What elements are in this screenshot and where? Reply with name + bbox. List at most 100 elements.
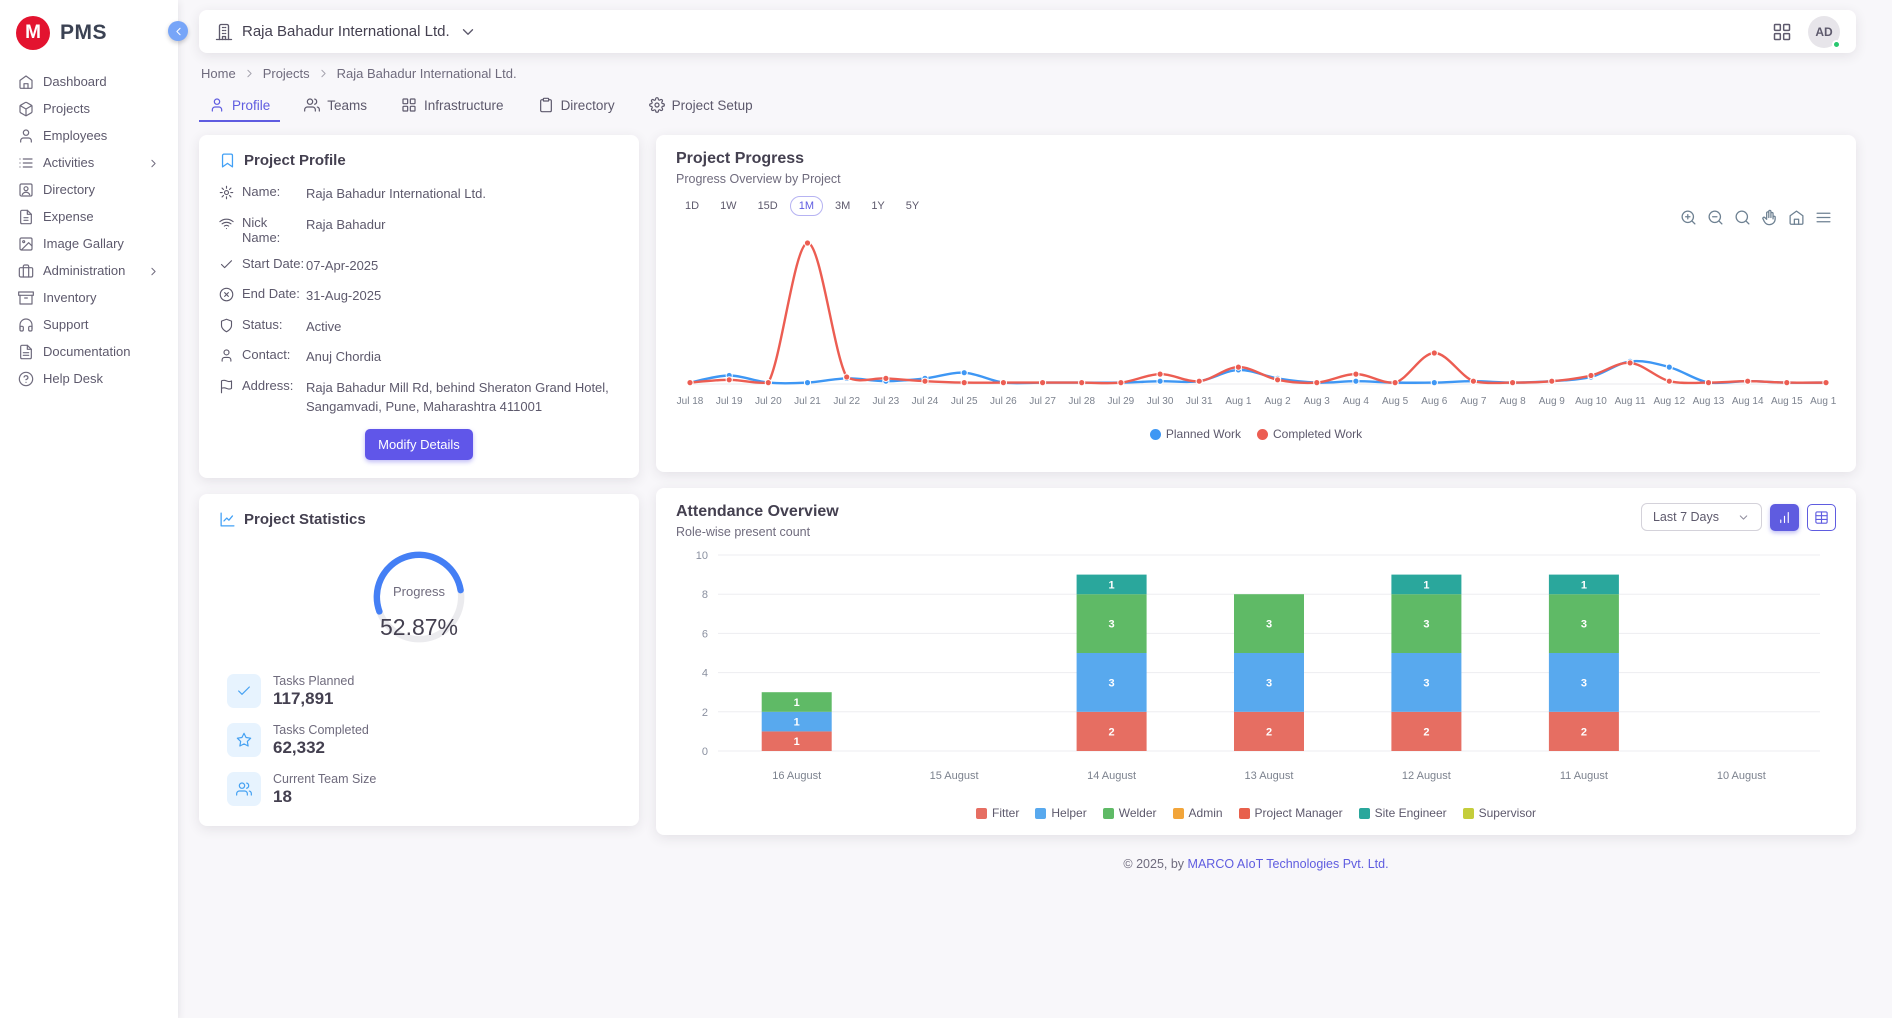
menu-icon bbox=[1815, 209, 1832, 226]
tab-profile[interactable]: Profile bbox=[199, 89, 280, 122]
legend-item-planned-work[interactable]: Planned Work bbox=[1150, 427, 1241, 441]
range-button-1m[interactable]: 1M bbox=[790, 196, 823, 216]
app-logo-link[interactable]: M PMS bbox=[0, 0, 178, 66]
breadcrumb-item-home[interactable]: Home bbox=[201, 66, 236, 81]
toolbar-home-icon[interactable] bbox=[1788, 209, 1805, 226]
sidebar-item-documentation[interactable]: Documentation bbox=[10, 339, 168, 365]
help-desk-icon bbox=[18, 371, 34, 387]
chevron-down-icon bbox=[459, 23, 477, 41]
user-icon bbox=[219, 348, 234, 363]
legend-item-site-engineer[interactable]: Site Engineer bbox=[1359, 806, 1447, 820]
company-website-link[interactable]: MARCO AIoT Technologies Pvt. Ltd. bbox=[1188, 857, 1389, 871]
range-button-1w[interactable]: 1W bbox=[711, 196, 746, 216]
tab-teams[interactable]: Teams bbox=[294, 89, 377, 122]
svg-text:3: 3 bbox=[1581, 619, 1587, 631]
sidebar-item-dashboard[interactable]: Dashboard bbox=[10, 69, 168, 95]
dashboard-icon bbox=[18, 74, 34, 90]
sidebar-item-projects[interactable]: Projects bbox=[10, 96, 168, 122]
bar-chart-wrap: 024681016 August11115 August14 August233… bbox=[676, 545, 1836, 800]
svg-text:Jul 31: Jul 31 bbox=[1186, 396, 1213, 407]
range-button-3m[interactable]: 3M bbox=[826, 196, 859, 216]
modify-details-button[interactable]: Modify Details bbox=[365, 429, 473, 460]
legend-label: Admin bbox=[1189, 806, 1223, 820]
legend-item-fitter[interactable]: Fitter bbox=[976, 806, 1019, 820]
legend-label: Project Manager bbox=[1255, 806, 1343, 820]
toolbar-pan-icon[interactable] bbox=[1761, 209, 1778, 226]
stat-label: Tasks Planned bbox=[273, 674, 354, 688]
range-button-1d[interactable]: 1D bbox=[676, 196, 708, 216]
toolbar-zoom-in-icon[interactable] bbox=[1680, 209, 1697, 226]
sidebar-collapse-button[interactable] bbox=[168, 21, 188, 41]
profile-field-nick-name: Nick Name:Raja Bahadur bbox=[219, 215, 619, 245]
svg-text:Jul 24: Jul 24 bbox=[912, 396, 939, 407]
progress-line-chart[interactable]: Jul 18Jul 19Jul 20Jul 21Jul 22Jul 23Jul … bbox=[676, 224, 1836, 416]
sidebar-item-image-gallary[interactable]: Image Gallary bbox=[10, 231, 168, 257]
user-avatar[interactable]: AD bbox=[1808, 16, 1840, 48]
sidebar-item-administration[interactable]: Administration bbox=[10, 258, 168, 284]
tab-project-setup[interactable]: Project Setup bbox=[639, 89, 763, 122]
tab-label: Teams bbox=[327, 98, 367, 113]
svg-text:0: 0 bbox=[702, 746, 708, 758]
legend-item-helper[interactable]: Helper bbox=[1035, 806, 1086, 820]
image-gallery-icon bbox=[18, 236, 34, 252]
svg-text:3: 3 bbox=[1423, 677, 1429, 689]
svg-text:Jul 23: Jul 23 bbox=[873, 396, 900, 407]
stat-value: 117,891 bbox=[273, 689, 354, 709]
progress-card-title: Project Progress bbox=[676, 150, 1836, 168]
range-button-15d[interactable]: 15D bbox=[749, 196, 787, 216]
toolbar-search-icon[interactable] bbox=[1734, 209, 1751, 226]
date-range-select[interactable]: Last 7 Days bbox=[1641, 503, 1762, 531]
svg-text:Jul 22: Jul 22 bbox=[833, 396, 860, 407]
svg-text:3: 3 bbox=[1109, 677, 1115, 689]
attendance-bar-chart: 024681016 August11115 August14 August233… bbox=[676, 545, 1836, 795]
sidebar-item-employees[interactable]: Employees bbox=[10, 123, 168, 149]
company-selector[interactable]: Raja Bahadur International Ltd. bbox=[215, 23, 477, 41]
sidebar-item-directory[interactable]: Directory bbox=[10, 177, 168, 203]
sidebar-item-label: Projects bbox=[43, 102, 90, 116]
svg-text:2: 2 bbox=[1423, 726, 1429, 738]
toolbar-zoom-out-icon[interactable] bbox=[1707, 209, 1724, 226]
profile-card-header: Project Profile bbox=[219, 152, 619, 169]
sidebar-item-expense[interactable]: Expense bbox=[10, 204, 168, 230]
sidebar-item-activities[interactable]: Activities bbox=[10, 150, 168, 176]
svg-text:Aug 13: Aug 13 bbox=[1693, 396, 1725, 407]
legend-item-admin[interactable]: Admin bbox=[1173, 806, 1223, 820]
sidebar-item-inventory[interactable]: Inventory bbox=[10, 285, 168, 311]
legend-item-supervisor[interactable]: Supervisor bbox=[1463, 806, 1536, 820]
svg-text:Aug 9: Aug 9 bbox=[1539, 396, 1566, 407]
svg-text:Aug 8: Aug 8 bbox=[1500, 396, 1527, 407]
sidebar-item-support[interactable]: Support bbox=[10, 312, 168, 338]
chart-view-toggle[interactable] bbox=[1770, 504, 1799, 531]
legend-item-welder[interactable]: Welder bbox=[1103, 806, 1157, 820]
stat-value: 18 bbox=[273, 787, 376, 807]
legend-item-completed-work[interactable]: Completed Work bbox=[1257, 427, 1362, 441]
progress-card-subtitle: Progress Overview by Project bbox=[676, 172, 1836, 186]
svg-text:Aug 4: Aug 4 bbox=[1343, 396, 1370, 407]
table-view-toggle[interactable] bbox=[1807, 504, 1836, 531]
svg-text:1: 1 bbox=[794, 697, 800, 709]
tab-label: Project Setup bbox=[672, 98, 753, 113]
svg-text:Aug 7: Aug 7 bbox=[1460, 396, 1487, 407]
content-grid: Project Profile Name:Raja Bahadur Intern… bbox=[199, 135, 1856, 881]
toolbar-menu-icon[interactable] bbox=[1815, 209, 1832, 226]
attendance-card-title: Attendance Overview bbox=[676, 503, 839, 521]
chevron-right-icon bbox=[317, 67, 330, 80]
range-button-5y[interactable]: 5Y bbox=[897, 196, 928, 216]
chevron-right-icon bbox=[147, 265, 160, 278]
copyright-text: © 2025, by bbox=[1123, 857, 1187, 871]
attendance-header: Attendance Overview Role-wise present co… bbox=[676, 503, 1836, 539]
breadcrumb-item-projects[interactable]: Projects bbox=[263, 66, 310, 81]
legend-marker bbox=[1239, 808, 1250, 819]
svg-text:4: 4 bbox=[702, 668, 708, 680]
profile-field-end-date: End Date:31-Aug-2025 bbox=[219, 286, 619, 306]
range-button-1y[interactable]: 1Y bbox=[862, 196, 893, 216]
tab-directory[interactable]: Directory bbox=[528, 89, 625, 122]
apps-grid-button[interactable] bbox=[1772, 22, 1792, 42]
statistics-card-title: Project Statistics bbox=[244, 511, 366, 528]
tab-infrastructure[interactable]: Infrastructure bbox=[391, 89, 514, 122]
settings-icon bbox=[649, 97, 665, 113]
legend-item-project-manager[interactable]: Project Manager bbox=[1239, 806, 1343, 820]
sidebar-item-help-desk[interactable]: Help Desk bbox=[10, 366, 168, 392]
main-area: Raja Bahadur International Ltd. AD Home P… bbox=[178, 0, 1892, 881]
line-chart-wrap: Jul 18Jul 19Jul 20Jul 21Jul 22Jul 23Jul … bbox=[676, 224, 1836, 421]
